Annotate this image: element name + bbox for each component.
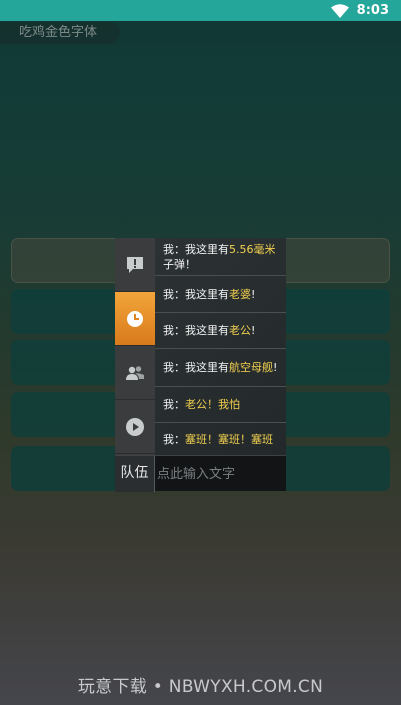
alert-icon — [127, 256, 143, 273]
tab-team[interactable] — [115, 346, 155, 400]
quick-message[interactable]: 我：我这里有 老婆! — [155, 276, 286, 313]
app-title: 吃鸡金色字体 — [0, 22, 120, 44]
tab-alert[interactable] — [115, 238, 155, 292]
status-bar: 8:03 — [0, 0, 401, 21]
status-time: 8:03 — [356, 3, 389, 18]
quick-message[interactable]: 我：我这里有5.56毫米子弹！ — [155, 238, 286, 276]
watermark: 玩意下载 • NBWYXH.COM.CN — [77, 677, 324, 697]
team-icon — [126, 365, 144, 380]
quick-message[interactable]: 我：我这里有 老公! — [155, 313, 286, 349]
quick-chat-panel: 我：我这里有5.56毫米子弹！ 我：我这里有 老婆! 我：我这里有 老公! 我：我这… — [115, 238, 286, 492]
chat-input[interactable] — [157, 460, 282, 488]
tab-recent[interactable] — [115, 292, 155, 346]
quick-message[interactable]: 我： 老公！我怕 — [155, 387, 286, 423]
play-icon — [126, 417, 144, 436]
tab-voice[interactable] — [115, 400, 155, 454]
team-channel-button[interactable]: 队伍 — [115, 456, 155, 492]
clock-icon — [127, 310, 143, 327]
quick-message[interactable]: 我： 塞班！塞班！塞班 — [155, 423, 286, 455]
chat-input-bar: 队伍 — [115, 455, 286, 492]
wifi-icon — [330, 3, 349, 18]
message-list: 我：我这里有5.56毫米子弹！ 我：我这里有 老婆! 我：我这里有 老公! 我：我这… — [155, 238, 286, 455]
tab-column — [115, 238, 155, 455]
quick-message[interactable]: 我：我这里有 航空母舰! — [155, 349, 286, 387]
